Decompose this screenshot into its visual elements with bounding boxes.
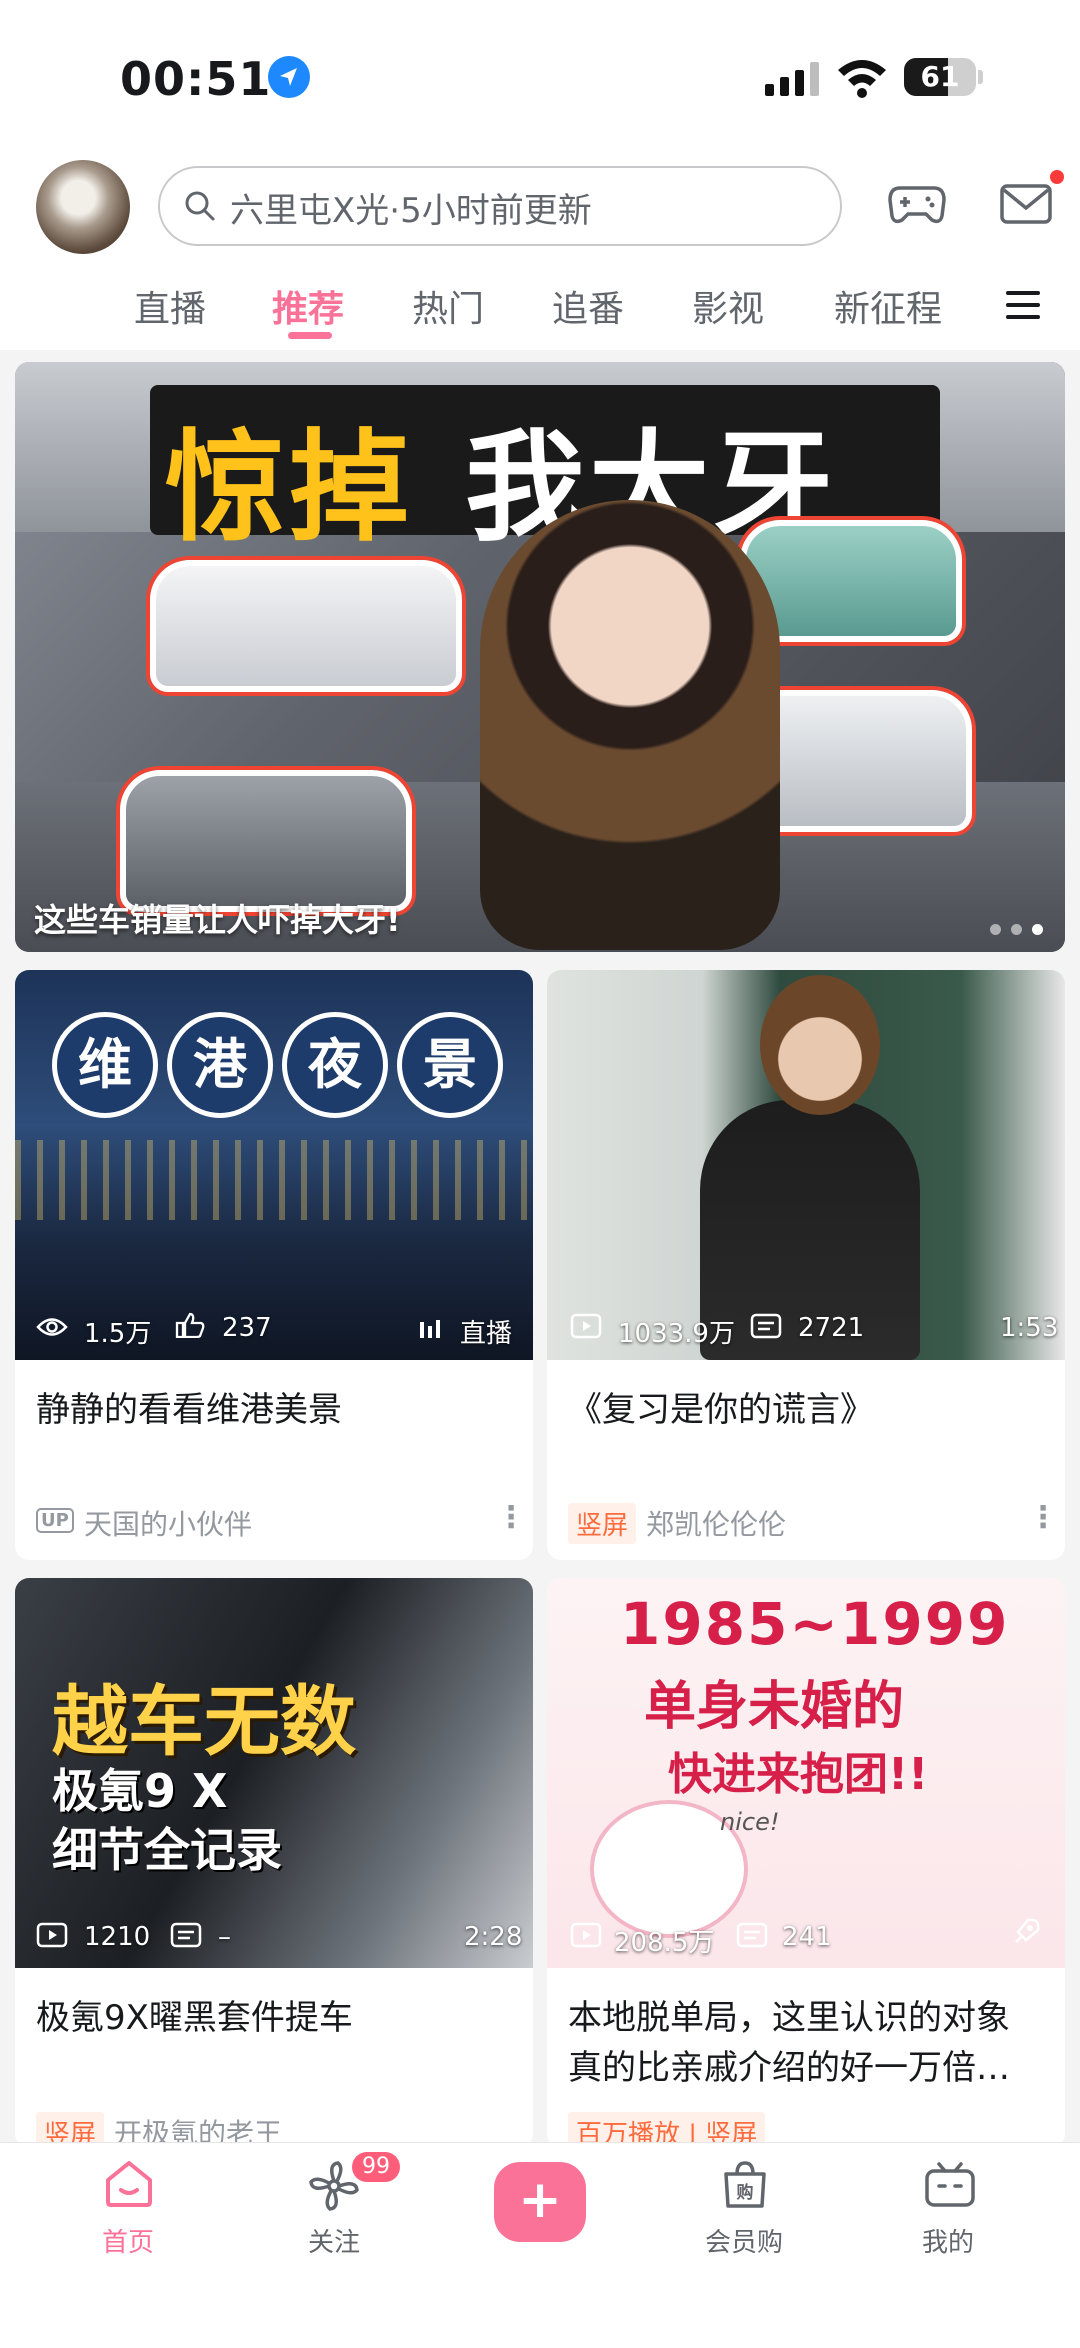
video-title-line2: 真的比亲戚介绍的好一万倍… xyxy=(568,2048,1010,2088)
notification-dot xyxy=(1050,170,1064,184)
status-time: 00:51 xyxy=(120,52,272,106)
thumb-headline: 1985~1999 xyxy=(620,1590,1010,1658)
thumb-glyph: 维 xyxy=(52,1012,158,1118)
like-thumb-icon xyxy=(175,1312,205,1338)
danmaku-count: 241 xyxy=(782,1922,832,1952)
thumb-nice-text: nice! xyxy=(720,1808,780,1836)
thumb-subline: 极氪9 X xyxy=(52,1764,228,1818)
cellular-signal-icon xyxy=(765,62,819,96)
vertical-tag: 竖屏 xyxy=(568,1503,637,1544)
video-title-line1: 本地脱单局，这里认识的对象 xyxy=(568,1998,1010,2038)
menu-icon[interactable] xyxy=(1006,290,1040,320)
publish-plus-button[interactable]: + xyxy=(494,2162,586,2242)
battery-percent: 61 xyxy=(920,60,960,93)
thumb-glyph: 夜 xyxy=(282,1012,388,1118)
rocket-icon xyxy=(1015,1918,1040,1943)
tab-recommend[interactable]: 推荐 xyxy=(272,280,344,332)
banner-caption: 这些车销量让人吓掉大牙! xyxy=(34,901,401,939)
view-eye-icon xyxy=(36,1318,68,1336)
home-icon[interactable] xyxy=(104,2160,154,2208)
author-name[interactable]: 郑凯伦伦伦 xyxy=(646,1503,786,1543)
battery-cap xyxy=(978,70,983,84)
location-icon xyxy=(268,56,310,98)
search-icon xyxy=(185,191,215,221)
play-icon xyxy=(570,1313,602,1339)
thumb-subline: 细节全记录 xyxy=(52,1823,282,1877)
follow-badge: 99 xyxy=(352,2152,400,2182)
tab-hot[interactable]: 热门 xyxy=(412,280,484,332)
carousel-dot[interactable] xyxy=(990,924,1001,935)
view-count: 1.5万 xyxy=(84,1319,152,1349)
thumb-subline: 快进来抱团!! xyxy=(668,1749,929,1800)
thumb-headline: 越车无数 xyxy=(52,1677,356,1766)
tab-live[interactable]: 直播 xyxy=(134,280,206,332)
banner-title-yellow: 惊掉 xyxy=(165,419,413,558)
shopping-bag-icon[interactable]: 购 xyxy=(720,2160,770,2210)
car-grey-suv-image xyxy=(120,770,412,912)
like-count: 237 xyxy=(222,1313,272,1343)
person-head xyxy=(760,975,880,1115)
play-count: 1033.9万 xyxy=(618,1319,735,1349)
tv-profile-icon[interactable] xyxy=(924,2162,976,2208)
danmaku-icon xyxy=(736,1922,768,1948)
danmaku-icon xyxy=(750,1313,782,1339)
tab-movies[interactable]: 影视 xyxy=(692,280,764,332)
play-icon xyxy=(570,1922,602,1948)
search-placeholder: 六里屯X光·5小时前更新 xyxy=(230,191,592,231)
carousel-dot[interactable] xyxy=(1011,924,1022,935)
video-title: 极氪9X曜黑套件提车 xyxy=(36,1998,353,2038)
danmaku-count: 2721 xyxy=(798,1313,865,1343)
nav-shop-label[interactable]: 会员购 xyxy=(705,2222,783,2259)
avatar[interactable] xyxy=(36,160,130,254)
carousel-dot-active[interactable] xyxy=(1032,924,1043,935)
more-options-icon[interactable]: ⋮ xyxy=(496,1500,526,1535)
tab-anime[interactable]: 追番 xyxy=(552,280,624,332)
nav-home-label[interactable]: 首页 xyxy=(102,2222,154,2259)
more-options-icon[interactable]: ⋮ xyxy=(1028,1500,1058,1535)
city-lights xyxy=(15,1140,533,1220)
nav-follow-label[interactable]: 关注 xyxy=(308,2222,360,2259)
active-tab-indicator xyxy=(288,332,332,339)
car-white-sedan-image xyxy=(150,560,462,692)
author-name[interactable]: 天国的小伙伴 xyxy=(84,1503,252,1543)
up-badge: UP xyxy=(36,1508,74,1533)
svg-text:购: 购 xyxy=(737,2182,754,2203)
play-icon xyxy=(36,1922,68,1948)
video-duration: 1:53 xyxy=(1000,1313,1059,1343)
plus-icon: + xyxy=(518,2170,562,2230)
thumb-subline: 单身未婚的 xyxy=(644,1677,905,1737)
danmaku-count: – xyxy=(218,1922,231,1952)
live-label: 直播 xyxy=(460,1319,513,1349)
play-count: 1210 xyxy=(84,1922,151,1952)
nav-mine-label[interactable]: 我的 xyxy=(922,2222,974,2259)
battery-indicator: 61 xyxy=(904,58,976,96)
live-bars-icon xyxy=(420,1320,440,1338)
danmaku-icon xyxy=(170,1922,202,1948)
play-count: 208.5万 xyxy=(614,1928,715,1958)
thumb-glyph: 港 xyxy=(167,1012,273,1118)
thumb-glyph: 景 xyxy=(397,1012,503,1118)
host-image xyxy=(480,500,780,950)
wifi-icon xyxy=(838,60,886,98)
video-duration: 2:28 xyxy=(464,1922,523,1952)
gamepad-icon[interactable] xyxy=(888,182,946,226)
video-title: 静静的看看维港美景 xyxy=(36,1390,342,1430)
tab-new-journey[interactable]: 新征程 xyxy=(834,280,942,332)
video-title: 《复习是你的谎言》 xyxy=(568,1390,874,1430)
mail-icon[interactable] xyxy=(1000,184,1052,224)
